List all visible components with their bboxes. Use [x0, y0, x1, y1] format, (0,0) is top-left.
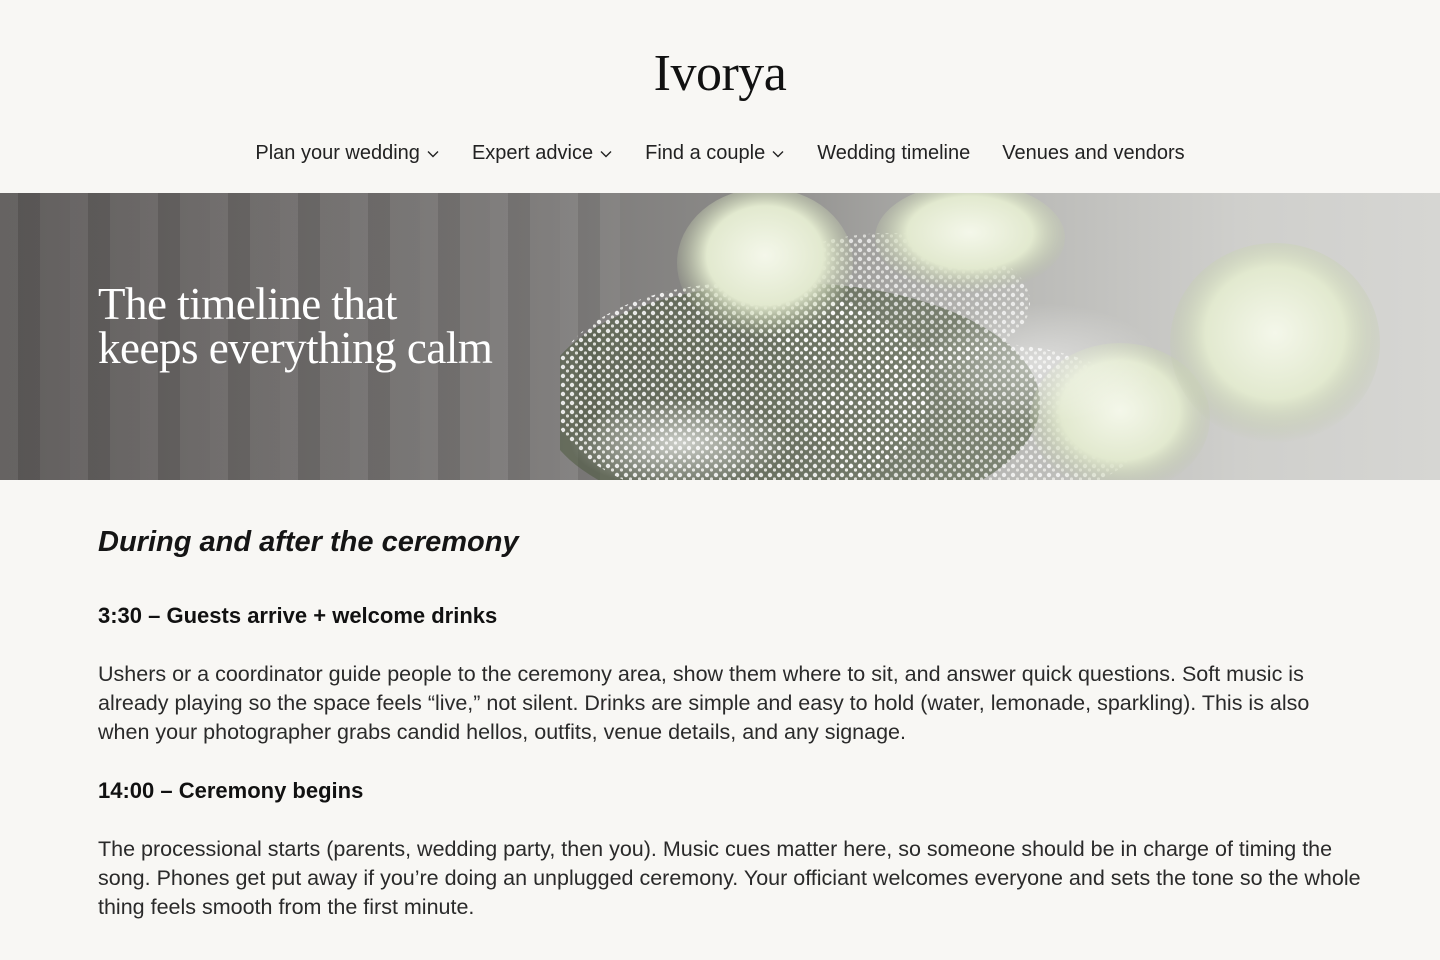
nav-item-label: Wedding timeline [817, 142, 971, 164]
hero-flower-image [560, 193, 1380, 480]
section-title: During and after the ceremony [98, 526, 519, 558]
nav-item-label: Plan your wedding [255, 142, 420, 164]
site-logo[interactable]: Ivorya [0, 44, 1440, 103]
nav-item-label: Expert advice [471, 142, 594, 164]
nav-item-wedding-timeline[interactable]: Wedding timeline [817, 142, 970, 165]
timeline-entry-heading: 3:30 – Guests arrive + welcome drinks [98, 603, 498, 628]
nav-item-label: Find a couple [645, 142, 766, 164]
site-header: Ivorya Plan your wedding Expert advice F… [0, 0, 1440, 193]
main-nav: Plan your wedding Expert advice Find a c… [0, 142, 1440, 165]
hero-banner: The timeline that keeps everything calm [0, 193, 1440, 480]
nav-item-find-a-couple[interactable]: Find a couple [645, 142, 785, 165]
hero-title-line1: The timeline that [98, 279, 397, 329]
hero-title-line2: keeps everything calm [98, 323, 493, 373]
chevron-down-icon [600, 150, 612, 157]
main-content: During and after the ceremony 3:30 – Gue… [0, 524, 1440, 922]
timeline-entry-text: The processional starts (parents, weddin… [98, 837, 1361, 919]
hero-title: The timeline that keeps everything calm [98, 279, 618, 373]
nav-item-plan-your-wedding[interactable]: Plan your wedding [255, 142, 440, 165]
timeline-entry-text: Ushers or a coordinator guide people to … [98, 662, 1310, 744]
nav-item-expert-advice[interactable]: Expert advice [472, 142, 613, 165]
timeline-entry-heading: 14:00 – Ceremony begins [98, 778, 364, 803]
nav-item-venues-and-vendors[interactable]: Venues and vendors [1002, 142, 1184, 165]
nav-item-label: Venues and vendors [1002, 142, 1185, 164]
chevron-down-icon [427, 150, 439, 157]
chevron-down-icon [772, 150, 784, 157]
